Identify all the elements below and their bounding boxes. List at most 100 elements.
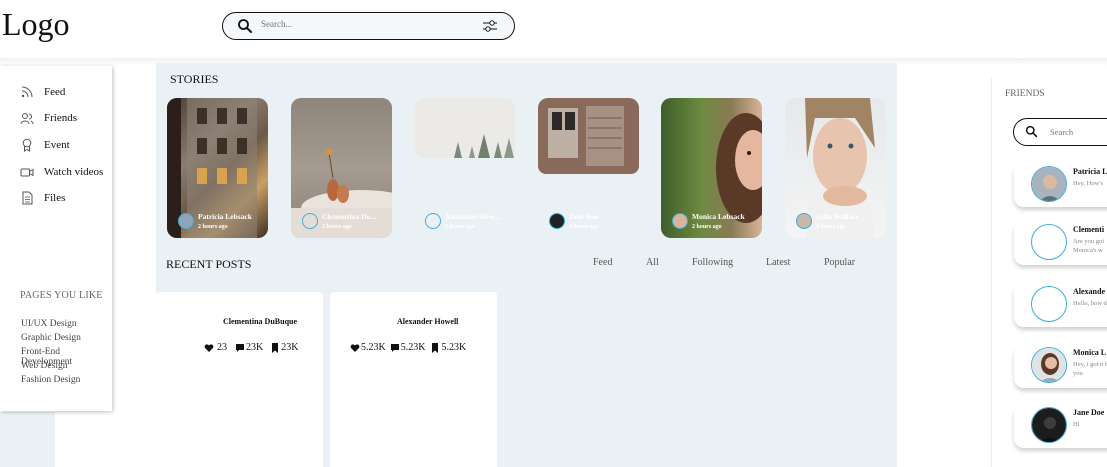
story-author: John Wallace [816, 212, 859, 221]
story-card[interactable]: Alexander Hew... 2 hours ago [414, 98, 515, 238]
story-author: Patricia Lebsack [198, 212, 252, 221]
friend-name: Alexande [1073, 287, 1105, 296]
story-author: Clementina Du... [322, 212, 377, 221]
sidebar-item-event[interactable]: Event [20, 136, 70, 154]
video-icon [20, 168, 34, 177]
story-author: Monica Lebsack [692, 212, 745, 221]
story-time: 2 hours ago [445, 224, 475, 230]
avatar [1031, 286, 1067, 322]
avatar [178, 213, 194, 229]
likes-count: 23 [217, 342, 227, 353]
avatar [1031, 407, 1067, 443]
sidebar-item-label: Friends [44, 112, 77, 124]
sidebar-item-feed[interactable]: Feed [20, 83, 65, 101]
story-author: Jane Doe [569, 212, 599, 221]
friend-item[interactable]: Alexande Hello, how doing? [1014, 283, 1107, 327]
logo[interactable]: Logo [2, 6, 70, 43]
avatar [1031, 166, 1067, 202]
post-author[interactable]: Alexander Howell [397, 317, 458, 326]
story-card[interactable]: Jane Doe 2 hours ago [538, 98, 639, 238]
comments-count: 23K [246, 342, 264, 353]
sidebar-item-label: Event [44, 139, 70, 151]
avatar [549, 213, 565, 229]
avatar [425, 213, 441, 229]
friend-item[interactable]: Patricia L Hey, How's [1014, 163, 1107, 207]
sidebar-item-label: Watch videos [44, 166, 104, 178]
sidebar-item-label: Files [44, 192, 66, 204]
friends-panel: FRIENDS Patricia L Hey, How's Clementi A… [991, 78, 1107, 467]
bookmark-icon[interactable] [431, 342, 439, 353]
bookmark-icon[interactable] [271, 342, 279, 353]
search-bar[interactable] [222, 12, 515, 40]
story-time: 2 hours ago [816, 224, 846, 230]
story-image [414, 98, 515, 158]
story-card[interactable]: Patricia Lebsack 2 hours ago [167, 98, 268, 238]
friend-search-input[interactable] [1050, 127, 1107, 137]
post-stats: 5.23K 5.23K 5.23K [350, 342, 466, 353]
story-card[interactable]: Monica Lebsack 2 hours ago [661, 98, 762, 238]
filter-popular[interactable]: Popular [824, 257, 855, 268]
filter-latest[interactable]: Latest [766, 257, 790, 268]
heart-icon[interactable] [350, 343, 360, 353]
sidebar-item-watch-videos[interactable]: Watch videos [20, 163, 103, 181]
post-card[interactable]: Alexander Howell 5.23K 5.23K 5.23K [330, 292, 497, 467]
saves-count: 5.23K [441, 342, 467, 353]
page-link[interactable]: Web Design [21, 361, 67, 371]
friend-name: Jane Doe [1073, 408, 1105, 417]
filter-feed[interactable]: Feed [593, 257, 612, 268]
comments-count: 5.23K [400, 342, 426, 353]
sidebar-item-files[interactable]: Files [20, 189, 65, 207]
comment-icon[interactable] [390, 343, 400, 353]
sidebar-item-label: Feed [44, 86, 66, 98]
avatar [1031, 347, 1067, 383]
sidebar-item-friends[interactable]: Friends [20, 109, 77, 127]
story-card[interactable]: Clementina Du... 2 hours ago [291, 98, 392, 238]
left-sidebar: Feed Friends Event Watch videos Files PA… [0, 66, 112, 411]
friend-message: Hey, How's [1073, 180, 1103, 187]
filter-following[interactable]: Following [692, 257, 733, 268]
story-time: 2 hours ago [198, 224, 228, 230]
search-icon [1025, 125, 1038, 138]
likes-count: 5.23K [361, 342, 386, 353]
post-card[interactable]: Clementina DuBuque 23 23K 23K [156, 292, 323, 467]
friend-search-bar[interactable] [1013, 118, 1107, 146]
recent-posts-title: RECENT POSTS [166, 257, 252, 271]
friend-name: Clementi [1073, 225, 1105, 234]
story-author: Alexander Hew... [445, 212, 500, 221]
story-time: 2 hours ago [322, 224, 352, 230]
search-icon [238, 19, 252, 33]
page-link[interactable]: Graphic Design [21, 333, 81, 343]
stories-title: STORIES [170, 72, 219, 86]
rss-icon [21, 86, 33, 98]
friend-message: Hi [1073, 421, 1080, 428]
friend-message: Hello, how doing? [1073, 300, 1107, 307]
filter-all[interactable]: All [646, 257, 659, 268]
story-time: 2 hours ago [569, 224, 599, 230]
pages-you-like-title: PAGES YOU LIKE [20, 290, 103, 301]
friend-item[interactable]: Clementi Are you goi Monica's w [1014, 221, 1107, 265]
friends-title: FRIENDS [1005, 89, 1045, 99]
heart-icon[interactable] [204, 343, 214, 353]
avatar [672, 213, 688, 229]
users-icon [20, 113, 34, 125]
avatar [1031, 224, 1067, 260]
story-image [538, 98, 639, 174]
page-link[interactable]: UI/UX Design [21, 319, 77, 329]
page-link[interactable]: Fashion Design [21, 375, 80, 385]
filter-icon[interactable] [482, 18, 498, 34]
avatar [302, 213, 318, 229]
post-stats: 23 23K 23K [204, 342, 298, 353]
friend-message: Hey, i got n for you [1073, 361, 1107, 377]
friend-item[interactable]: Jane Doe Hi [1014, 404, 1107, 448]
friend-item[interactable]: Monica L Hey, i got n for you [1014, 344, 1107, 388]
comment-icon[interactable] [235, 343, 245, 353]
left-background [0, 412, 55, 467]
post-author[interactable]: Clementina DuBuque [223, 317, 297, 326]
story-time: 2 hours ago [692, 224, 722, 230]
saves-count: 23K [281, 342, 299, 353]
friend-name: Monica L [1073, 348, 1107, 357]
friend-name: Patricia L [1073, 167, 1107, 176]
avatar [796, 213, 812, 229]
story-card[interactable]: John Wallace 2 hours ago [785, 98, 886, 238]
search-input[interactable] [261, 19, 461, 29]
